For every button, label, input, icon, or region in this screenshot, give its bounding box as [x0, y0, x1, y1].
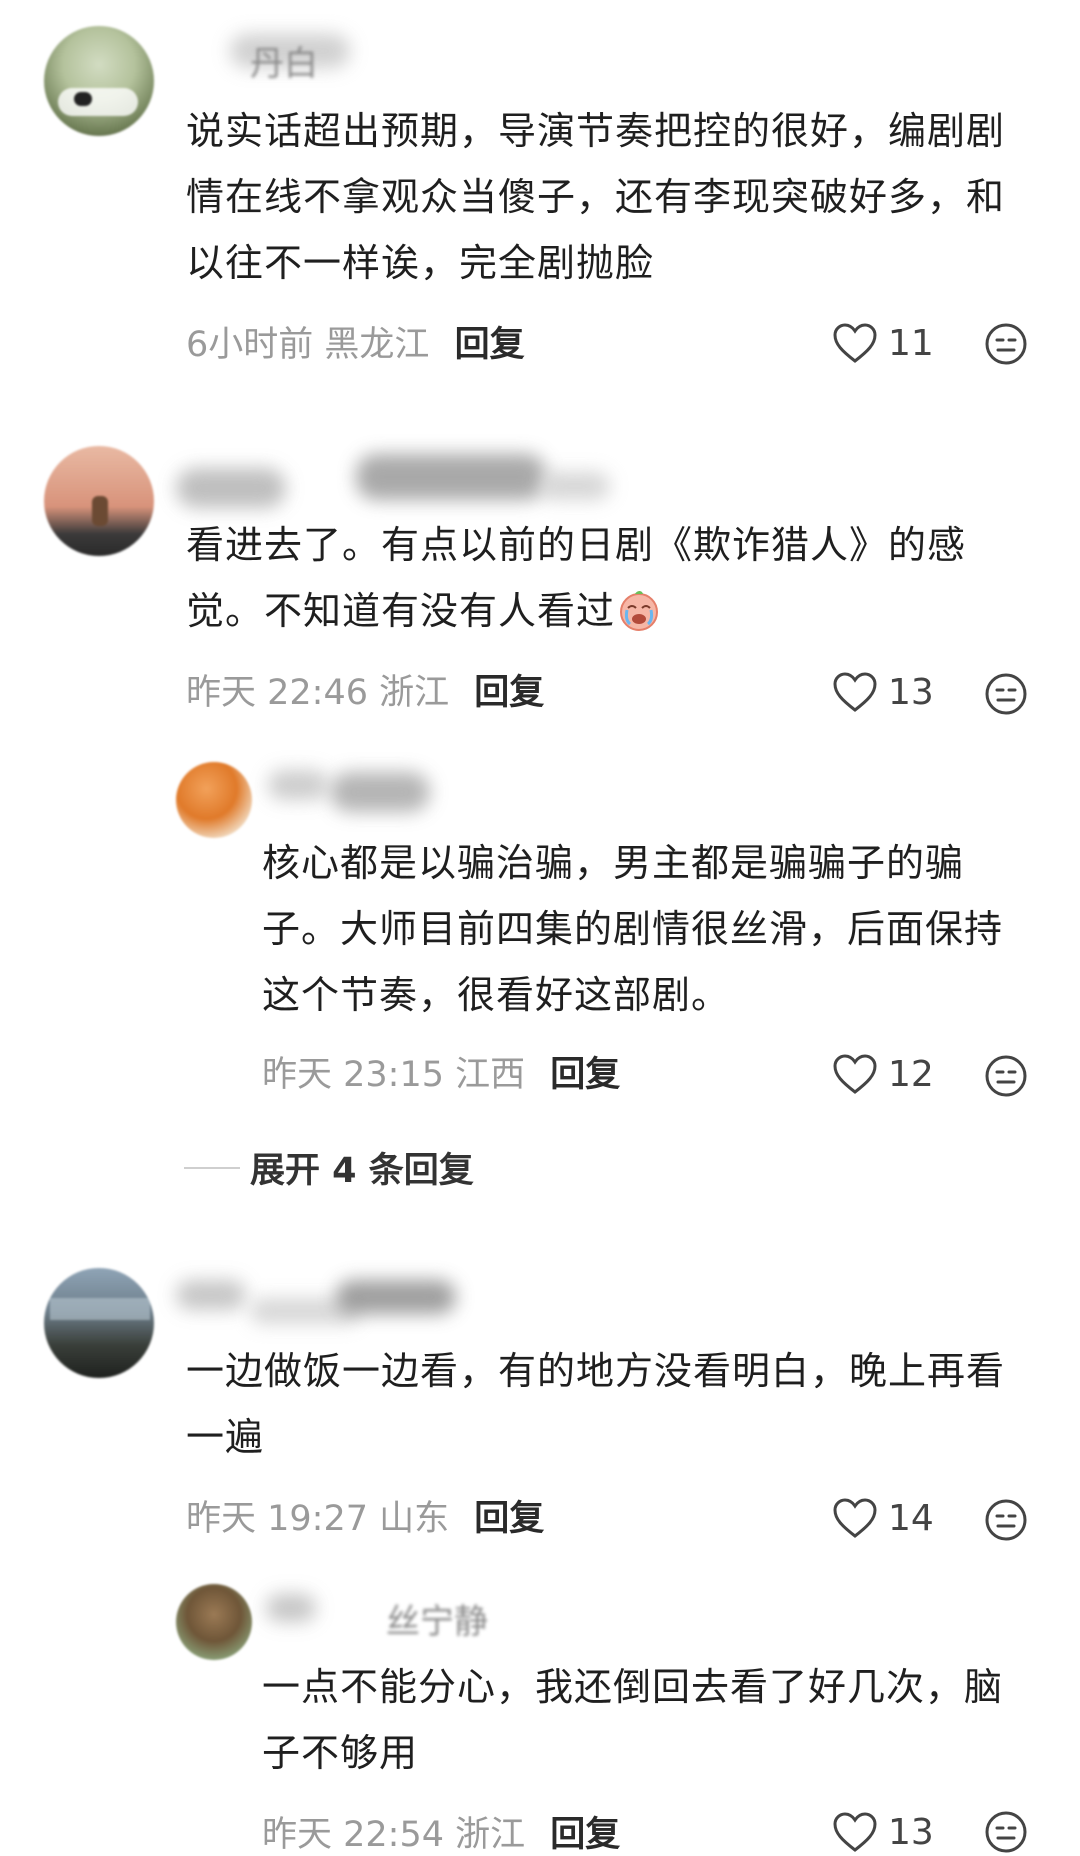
comment-location: 浙江	[455, 1815, 526, 1855]
neutral-face-icon[interactable]	[984, 1054, 1028, 1098]
username[interactable]: 丝宁静	[386, 1594, 488, 1643]
comment-text: 一边做饭一边看，有的地方没看明白，晚上再看一遍	[186, 1349, 1006, 1459]
comment-location: 山东	[379, 1499, 450, 1539]
avatar[interactable]	[44, 1268, 154, 1378]
expand-replies-button[interactable]: 展开 4 条回复	[184, 1142, 474, 1193]
heart-outline-icon	[833, 672, 877, 712]
username-blurred	[176, 468, 286, 508]
neutral-face-icon[interactable]	[984, 1498, 1028, 1542]
avatar[interactable]	[44, 446, 154, 556]
heart-outline-icon	[833, 1812, 877, 1852]
username-blurred	[356, 454, 546, 500]
avatar[interactable]	[44, 26, 154, 136]
username-blurred	[540, 472, 610, 500]
comment-time: 昨天 22:54	[262, 1815, 444, 1855]
comment-meta: 昨天 23:15 江西 回复	[262, 1046, 620, 1097]
comment-meta: 昨天 22:46 浙江 回复	[186, 664, 544, 715]
like-button[interactable]: 13	[832, 1810, 934, 1854]
username-blurred	[330, 772, 430, 812]
comment-text-body: 看进去了。有点以前的日剧《欺诈猎人》的感觉。不知道有没有人看过	[186, 523, 967, 633]
comment-text: 一点不能分心，我还倒回去看了好几次，脑子不够用	[262, 1665, 1004, 1775]
username-blurred	[336, 1280, 456, 1314]
reply-button[interactable]: 回复	[550, 1055, 620, 1095]
username-blurred	[176, 1280, 246, 1310]
like-button[interactable]: 12	[832, 1052, 934, 1096]
comment-meta: 6小时前 黑龙江 回复	[186, 316, 525, 367]
neutral-face-icon[interactable]	[984, 672, 1028, 716]
like-button[interactable]: 11	[832, 321, 934, 365]
comment-meta: 昨天 19:27 山东 回复	[186, 1490, 544, 1541]
comment-list: 丹白 说实话超出预期，导演节奏把控的很好，编剧剧情在线不拿观众当傻子，还有李现突…	[0, 0, 1080, 1856]
comment-time: 6小时前	[186, 325, 314, 365]
heart-outline-icon	[833, 1498, 877, 1538]
username[interactable]: 丹白	[250, 36, 318, 85]
reply-button[interactable]: 回复	[474, 1499, 544, 1539]
reply-button[interactable]: 回复	[455, 325, 525, 365]
comment-time: 昨天 23:15	[262, 1055, 444, 1095]
comment-location: 江西	[455, 1055, 526, 1095]
like-button[interactable]: 13	[832, 670, 934, 714]
like-button[interactable]: 14	[832, 1496, 934, 1540]
like-count: 11	[888, 322, 934, 364]
like-count: 13	[888, 1811, 934, 1853]
divider	[184, 1166, 240, 1169]
comment-time: 昨天 19:27	[186, 1499, 368, 1539]
heart-outline-icon	[833, 1054, 877, 1094]
like-count: 12	[888, 1053, 934, 1095]
comment-text: 核心都是以骗治骗，男主都是骗骗子的骗子。大师目前四集的剧情很丝滑，后面保持这个节…	[262, 841, 1004, 1017]
avatar[interactable]	[176, 1584, 252, 1660]
crying-face-emoji	[620, 591, 659, 631]
comment-location: 黑龙江	[324, 325, 430, 365]
heart-outline-icon	[833, 323, 877, 363]
comment-meta: 昨天 22:54 浙江 回复	[262, 1806, 620, 1856]
username-blurred	[268, 770, 328, 800]
neutral-face-icon[interactable]	[984, 1810, 1028, 1854]
reply-button[interactable]: 回复	[550, 1815, 620, 1855]
avatar[interactable]	[176, 762, 252, 838]
username-blurred	[266, 1594, 316, 1622]
like-count: 13	[888, 671, 934, 713]
comment-location: 浙江	[379, 673, 450, 713]
comment-time: 昨天 22:46	[186, 673, 368, 713]
reply-button[interactable]: 回复	[474, 673, 544, 713]
comment-text: 看进去了。有点以前的日剧《欺诈猎人》的感觉。不知道有没有人看过	[186, 512, 1038, 644]
neutral-face-icon[interactable]	[984, 322, 1028, 366]
expand-replies-label: 展开 4 条回复	[250, 1151, 474, 1191]
comment-text: 说实话超出预期，导演节奏把控的很好，编剧剧情在线不拿观众当傻子，还有李现突破好多…	[186, 109, 1006, 285]
like-count: 14	[888, 1497, 934, 1539]
